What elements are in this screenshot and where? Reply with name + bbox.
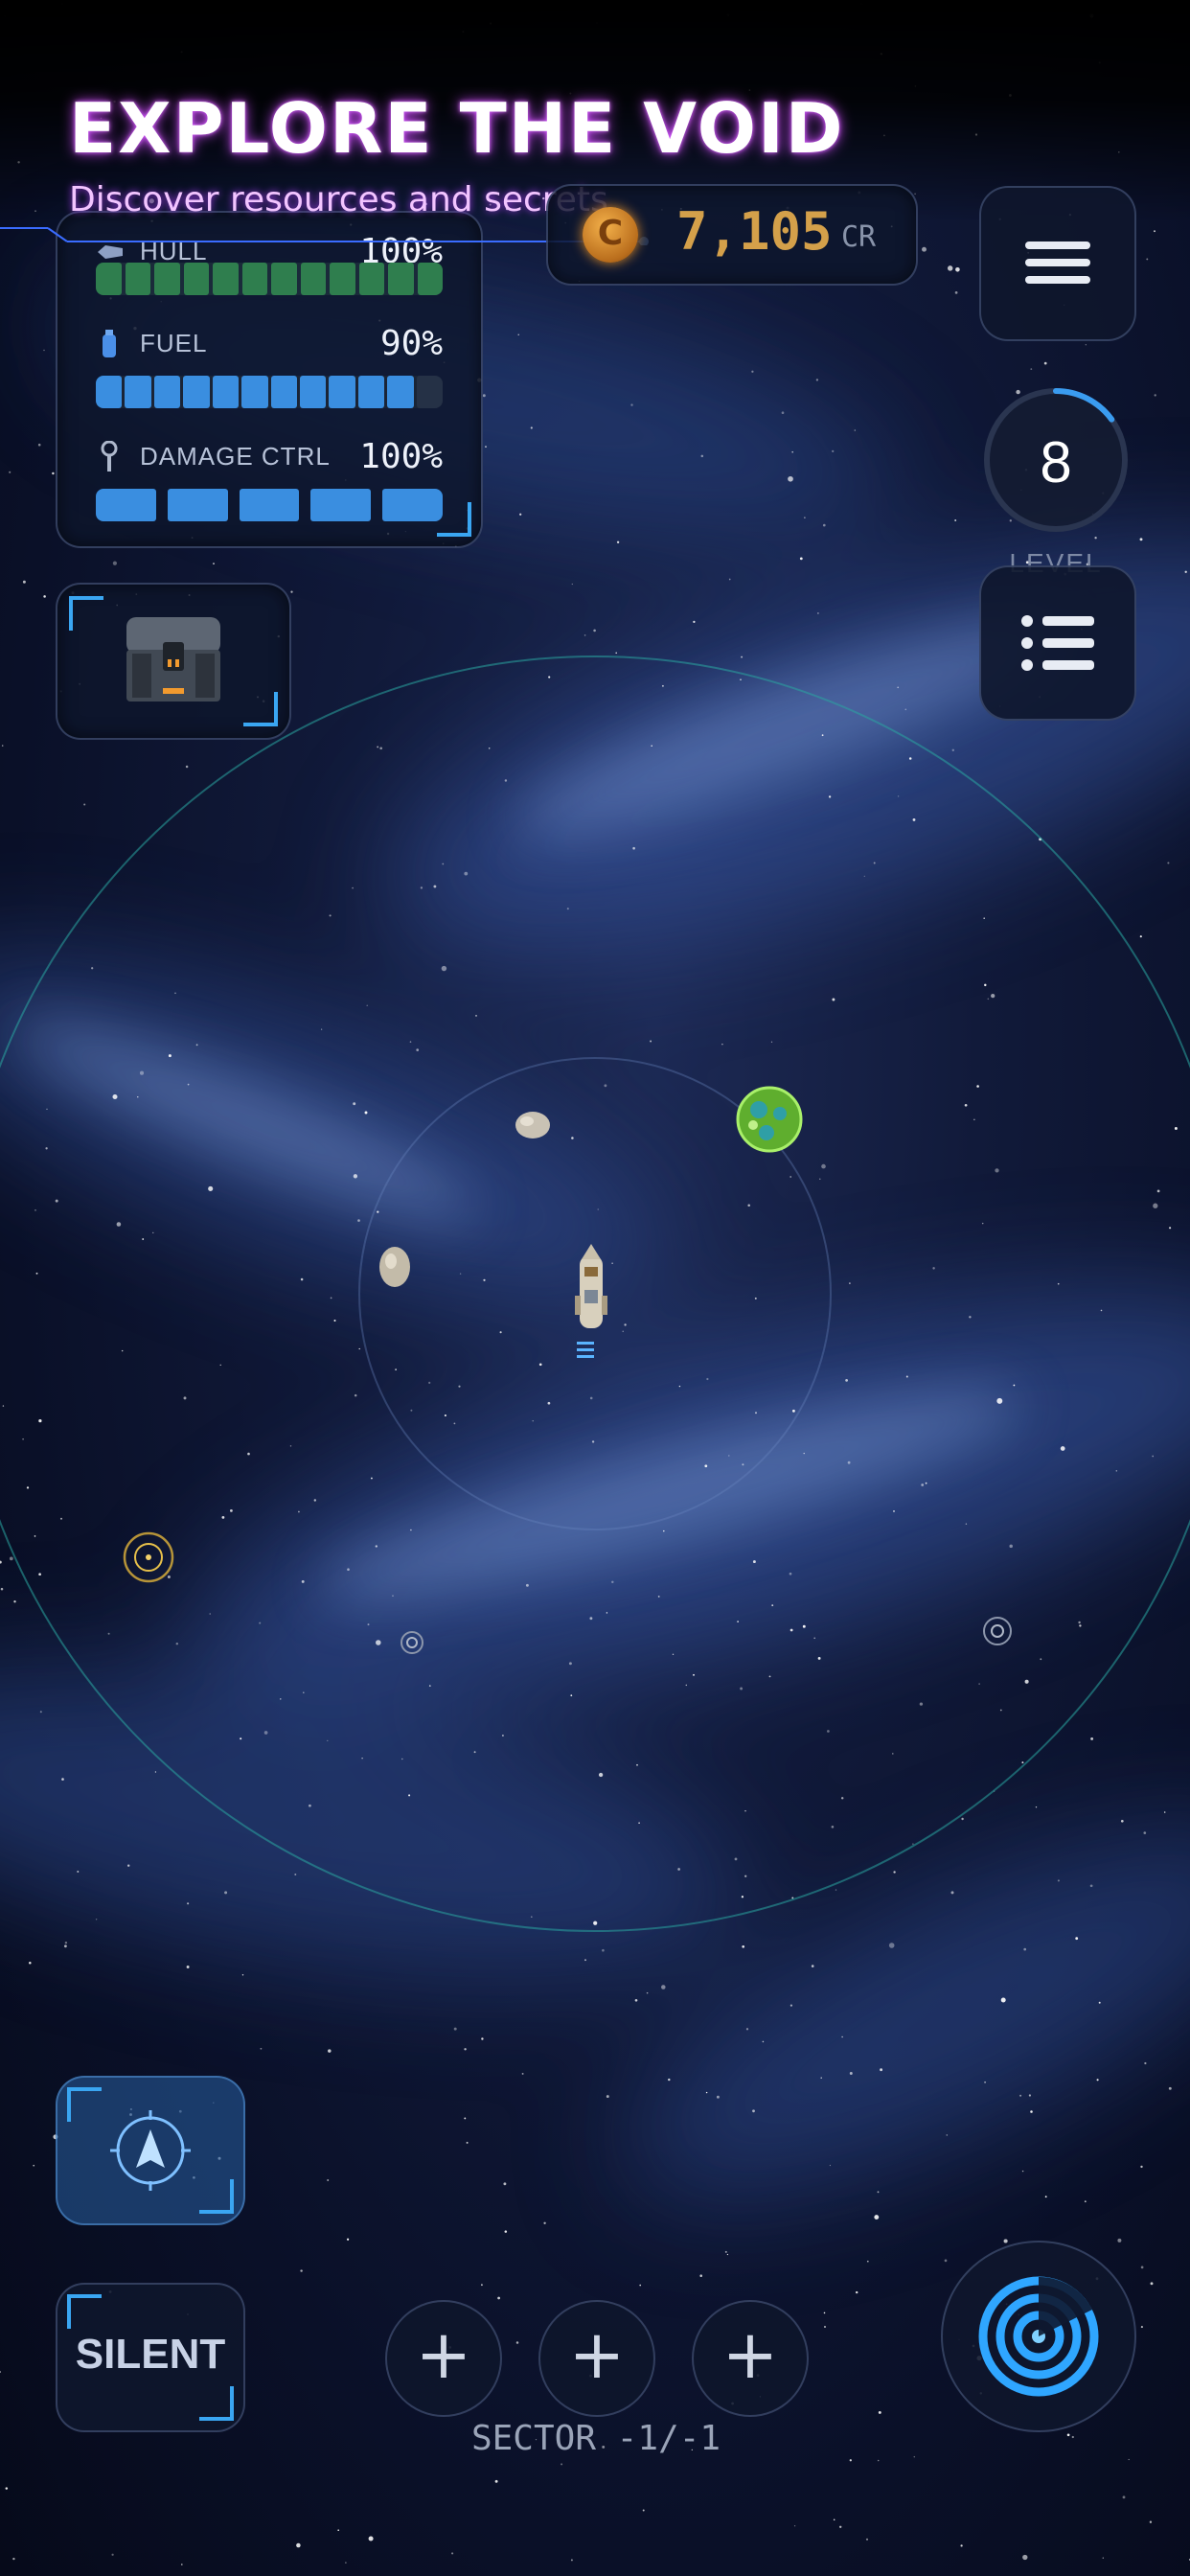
bar-segment: [154, 263, 180, 295]
sector-label: SECTOR -1/-1: [470, 2419, 721, 2458]
bar-segment: [125, 376, 151, 408]
waypoint-marker[interactable]: [123, 1531, 174, 1583]
menu-button[interactable]: [979, 186, 1136, 341]
bar-segment: [270, 376, 297, 408]
navigate-button[interactable]: [56, 2076, 245, 2225]
compass-icon: [110, 2110, 191, 2191]
cargo-chest-button[interactable]: [56, 583, 291, 740]
bar-segment: [96, 376, 123, 408]
alien-planet[interactable]: [736, 1086, 803, 1153]
wrench-icon: [96, 440, 123, 473]
panel-corner: [437, 502, 471, 537]
bar-segment: [167, 489, 228, 521]
page-subtitle: Discover resources and secrets: [69, 180, 608, 219]
bar-segment: [241, 263, 267, 295]
add-slot-button-1[interactable]: +: [385, 2300, 502, 2417]
plus-icon: +: [568, 2315, 626, 2394]
bar-segment: [213, 263, 239, 295]
panel-corner: [67, 2294, 102, 2329]
damage-ctrl-value: 100%: [359, 437, 443, 476]
credits-value: 7,105: [676, 201, 833, 262]
damage-ctrl-bar: [96, 489, 443, 521]
signal-marker[interactable]: [400, 1631, 423, 1654]
hamburger-icon: [1025, 242, 1090, 284]
bar-segment: [183, 263, 209, 295]
bar-segment: [300, 263, 326, 295]
level-value: 8: [1040, 430, 1072, 494]
credits-display: C 7,105 CR: [546, 184, 918, 286]
fuel-label: FUEL: [140, 329, 208, 357]
fuel-value: 90%: [379, 324, 443, 363]
list-icon: [1021, 615, 1094, 671]
add-slot-button-3[interactable]: +: [692, 2300, 809, 2417]
bar-segment: [271, 263, 297, 295]
bar-segment: [382, 489, 443, 521]
bar-segment: [96, 489, 156, 521]
bar-segment: [96, 263, 122, 295]
bar-segment: [239, 489, 300, 521]
bar-segment: [388, 263, 414, 295]
bar-segment: [387, 376, 414, 408]
asteroid[interactable]: [379, 1247, 410, 1287]
bar-segment: [416, 376, 443, 408]
asteroid[interactable]: [515, 1112, 550, 1138]
bar-segment: [329, 376, 355, 408]
scan-button[interactable]: [941, 2241, 1136, 2432]
add-slot-button-2[interactable]: +: [538, 2300, 655, 2417]
bar-segment: [183, 376, 210, 408]
credits-unit: CR: [841, 220, 877, 254]
treasure-chest-icon: [126, 617, 220, 702]
bar-segment: [330, 263, 355, 295]
bar-segment: [125, 263, 150, 295]
bar-segment: [299, 376, 327, 408]
player-ship[interactable]: [575, 1244, 607, 1358]
fuel-icon: [96, 328, 123, 360]
damage-ctrl-row: DAMAGE CTRL 100%: [96, 437, 443, 476]
damage-ctrl-label: DAMAGE CTRL: [140, 442, 331, 471]
bar-segment: [241, 376, 268, 408]
bar-segment: [153, 376, 181, 408]
bar-segment: [310, 489, 372, 521]
bar-segment: [357, 376, 385, 408]
mission-list-button[interactable]: [979, 565, 1136, 721]
signal-marker[interactable]: [983, 1617, 1012, 1645]
bar-segment: [212, 376, 240, 408]
plus-icon: +: [415, 2315, 472, 2394]
silent-label: SILENT: [75, 2331, 226, 2378]
fuel-row: FUEL 90%: [96, 324, 443, 363]
ship-status-panel: HULL 100% FUEL 90% DAMAGE CTRL 100%: [56, 211, 483, 548]
hull-bar: [96, 263, 443, 295]
page-title: EXPLORE THE VOID: [69, 88, 845, 169]
bar-segment: [358, 263, 384, 295]
panel-corner: [199, 2386, 234, 2421]
fuel-bar: [96, 376, 443, 408]
bar-segment: [417, 263, 443, 295]
plus-icon: +: [721, 2315, 779, 2394]
coin-icon: C: [583, 207, 638, 263]
silent-mode-button[interactable]: SILENT: [56, 2283, 245, 2432]
radar-scan-icon: [978, 2276, 1099, 2397]
